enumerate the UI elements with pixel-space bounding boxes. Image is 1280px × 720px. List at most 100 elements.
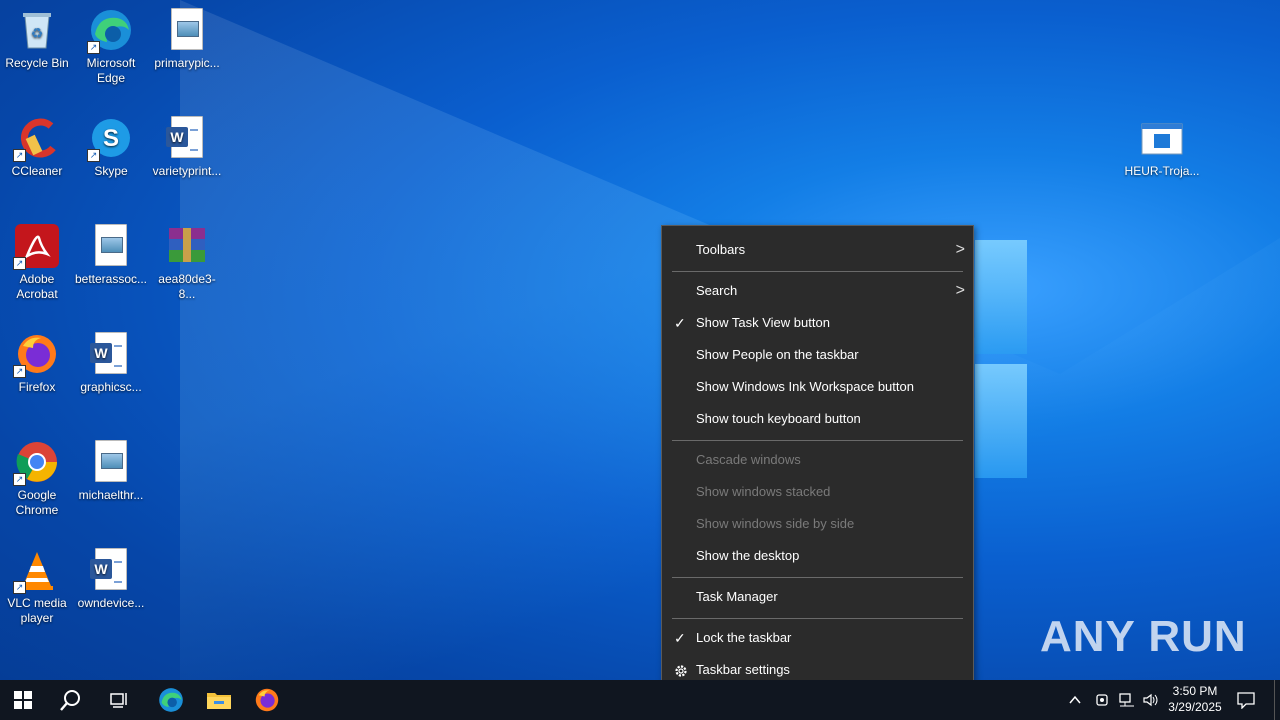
desktop-icon-firefox[interactable]: ↗ Firefox <box>0 332 74 395</box>
menu-item-show-ink-workspace[interactable]: Show Windows Ink Workspace button <box>662 371 973 403</box>
chevron-right-icon: > <box>955 241 965 258</box>
taskbar-context-menu: Toolbars > Search > ✓ Show Task View but… <box>661 225 974 695</box>
taskbar-edge-button[interactable] <box>148 680 194 720</box>
start-button[interactable] <box>0 680 46 720</box>
desktop-icon-label: Google Chrome <box>15 488 59 517</box>
menu-separator <box>672 440 963 441</box>
desktop-icon-label: Firefox <box>18 380 56 394</box>
desktop-icon-recycle-bin[interactable]: ♻ Recycle Bin <box>0 8 74 71</box>
clock-time: 3:50 PM <box>1172 684 1218 698</box>
menu-item-toolbars[interactable]: Toolbars > <box>662 234 973 266</box>
word-document-icon: W <box>89 548 133 592</box>
menu-item-windows-side-by-side: Show windows side by side <box>662 508 973 540</box>
clock-date: 3/29/2025 <box>1168 700 1222 714</box>
checkmark-icon: ✓ <box>674 630 686 646</box>
menu-item-label: Lock the taskbar <box>696 630 792 645</box>
tray-device-icon-button[interactable] <box>1094 680 1114 720</box>
desktop-icon-vlc[interactable]: ↗ VLC media player <box>0 548 74 626</box>
menu-item-show-people[interactable]: Show People on the taskbar <box>662 339 973 371</box>
search-icon <box>60 690 80 711</box>
wallpaper-windows-logo <box>975 240 1030 480</box>
ccleaner-icon: ↗ <box>13 116 59 162</box>
chrome-icon: ↗ <box>13 440 59 486</box>
desktop-icon-adobe-acrobat[interactable]: ↗ Adobe Acrobat <box>0 224 74 302</box>
network-button[interactable] <box>1118 680 1138 720</box>
clock-button[interactable]: 3:50 PM 3/29/2025 <box>1166 680 1224 720</box>
menu-item-lock-taskbar[interactable]: ✓ Lock the taskbar <box>662 622 973 654</box>
menu-separator <box>672 271 963 272</box>
desktop-icon-label: michaelthr... <box>78 488 144 502</box>
desktop-icon-graphicsc[interactable]: W graphicsc... <box>74 332 148 395</box>
desktop-icon-betterassoc[interactable]: betterassoc... <box>74 224 148 287</box>
menu-item-label: Show Task View button <box>696 315 830 330</box>
winrar-archive-icon <box>165 224 209 268</box>
anyrun-watermark: ANY RUN <box>1040 612 1247 661</box>
device-icon <box>1096 694 1108 706</box>
action-center-button[interactable] <box>1236 680 1260 720</box>
desktop-icon-ccleaner[interactable]: ↗ CCleaner <box>0 116 74 179</box>
menu-separator <box>672 577 963 578</box>
desktop-icon-heur-troja[interactable]: HEUR-Troja... <box>1124 116 1200 179</box>
taskbar: 3:50 PM 3/29/2025 <box>0 680 1280 720</box>
menu-item-label: Show windows side by side <box>696 516 855 531</box>
vlc-cone-icon: ↗ <box>13 548 59 594</box>
edge-icon: ↗ <box>87 8 133 54</box>
menu-item-task-manager[interactable]: Task Manager <box>662 581 973 613</box>
menu-item-show-task-view[interactable]: ✓ Show Task View button <box>662 307 973 339</box>
desktop-icon-label: Skype <box>94 164 128 178</box>
skype-icon: S ↗ <box>87 116 133 162</box>
menu-item-label: Show People on the taskbar <box>696 347 859 362</box>
menu-item-label: Show Windows Ink Workspace button <box>696 379 914 394</box>
menu-item-label: Cascade windows <box>696 452 801 467</box>
image-file-icon <box>165 8 209 52</box>
taskbar-firefox-button[interactable] <box>244 680 290 720</box>
desktop-icon-label: HEUR-Troja... <box>1124 164 1200 178</box>
acrobat-icon: ↗ <box>13 224 59 270</box>
desktop-icon-microsoft-edge[interactable]: ↗ Microsoft Edge <box>74 8 148 86</box>
menu-item-label: Show touch keyboard button <box>696 411 861 426</box>
search-button[interactable] <box>48 680 94 720</box>
chevron-right-icon: > <box>955 282 965 299</box>
network-icon <box>1119 693 1134 707</box>
show-desktop-sliver[interactable] <box>1274 680 1275 720</box>
task-view-icon <box>110 693 127 708</box>
executable-window-icon <box>1140 116 1184 160</box>
start-icon <box>14 691 32 709</box>
desktop-icon-google-chrome[interactable]: ↗ Google Chrome <box>0 440 74 518</box>
desktop-icon-aea80de3[interactable]: aea80de3-8... <box>150 224 224 302</box>
desktop-icon-varietyprint[interactable]: W varietyprint... <box>150 116 224 179</box>
shortcut-arrow-icon: ↗ <box>13 149 26 162</box>
svg-text:S: S <box>103 125 119 152</box>
desktop-icon-primarypic[interactable]: primarypic... <box>150 8 224 71</box>
shortcut-arrow-icon: ↗ <box>13 257 26 270</box>
desktop-icon-label: primarypic... <box>154 56 220 70</box>
desktop-icon-michaelthr[interactable]: michaelthr... <box>74 440 148 503</box>
desktop-icon-label: owndevice... <box>77 596 145 610</box>
desktop-icon-label: VLC media player <box>7 596 67 625</box>
menu-item-windows-stacked: Show windows stacked <box>662 476 973 508</box>
speaker-icon <box>1143 693 1158 707</box>
edge-icon <box>159 688 183 712</box>
menu-item-label: Toolbars <box>696 242 746 257</box>
task-view-button[interactable] <box>96 680 142 720</box>
shortcut-arrow-icon: ↗ <box>13 365 26 378</box>
taskbar-file-explorer-button[interactable] <box>196 680 242 720</box>
desktop-icon-label: graphicsc... <box>80 380 142 394</box>
volume-button[interactable] <box>1142 680 1162 720</box>
chevron-up-icon <box>1069 695 1081 704</box>
menu-item-cascade-windows: Cascade windows <box>662 444 973 476</box>
recycle-bin-icon: ♻ <box>15 8 59 52</box>
menu-item-search[interactable]: Search > <box>662 275 973 307</box>
show-hidden-icons-button[interactable] <box>1068 680 1088 720</box>
desktop-icon-owndevice[interactable]: W owndevice... <box>74 548 148 611</box>
menu-item-show-touch-keyboard[interactable]: Show touch keyboard button <box>662 403 973 435</box>
desktop-icon-label: varietyprint... <box>152 164 222 178</box>
svg-text:♻: ♻ <box>31 25 44 41</box>
menu-item-label: Show windows stacked <box>696 484 831 499</box>
menu-item-show-desktop[interactable]: Show the desktop <box>662 540 973 572</box>
word-document-icon: W <box>165 116 209 160</box>
menu-item-label: Search <box>696 283 738 298</box>
image-file-icon <box>89 224 133 268</box>
firefox-icon: ↗ <box>13 332 59 378</box>
desktop-icon-skype[interactable]: S ↗ Skype <box>74 116 148 179</box>
